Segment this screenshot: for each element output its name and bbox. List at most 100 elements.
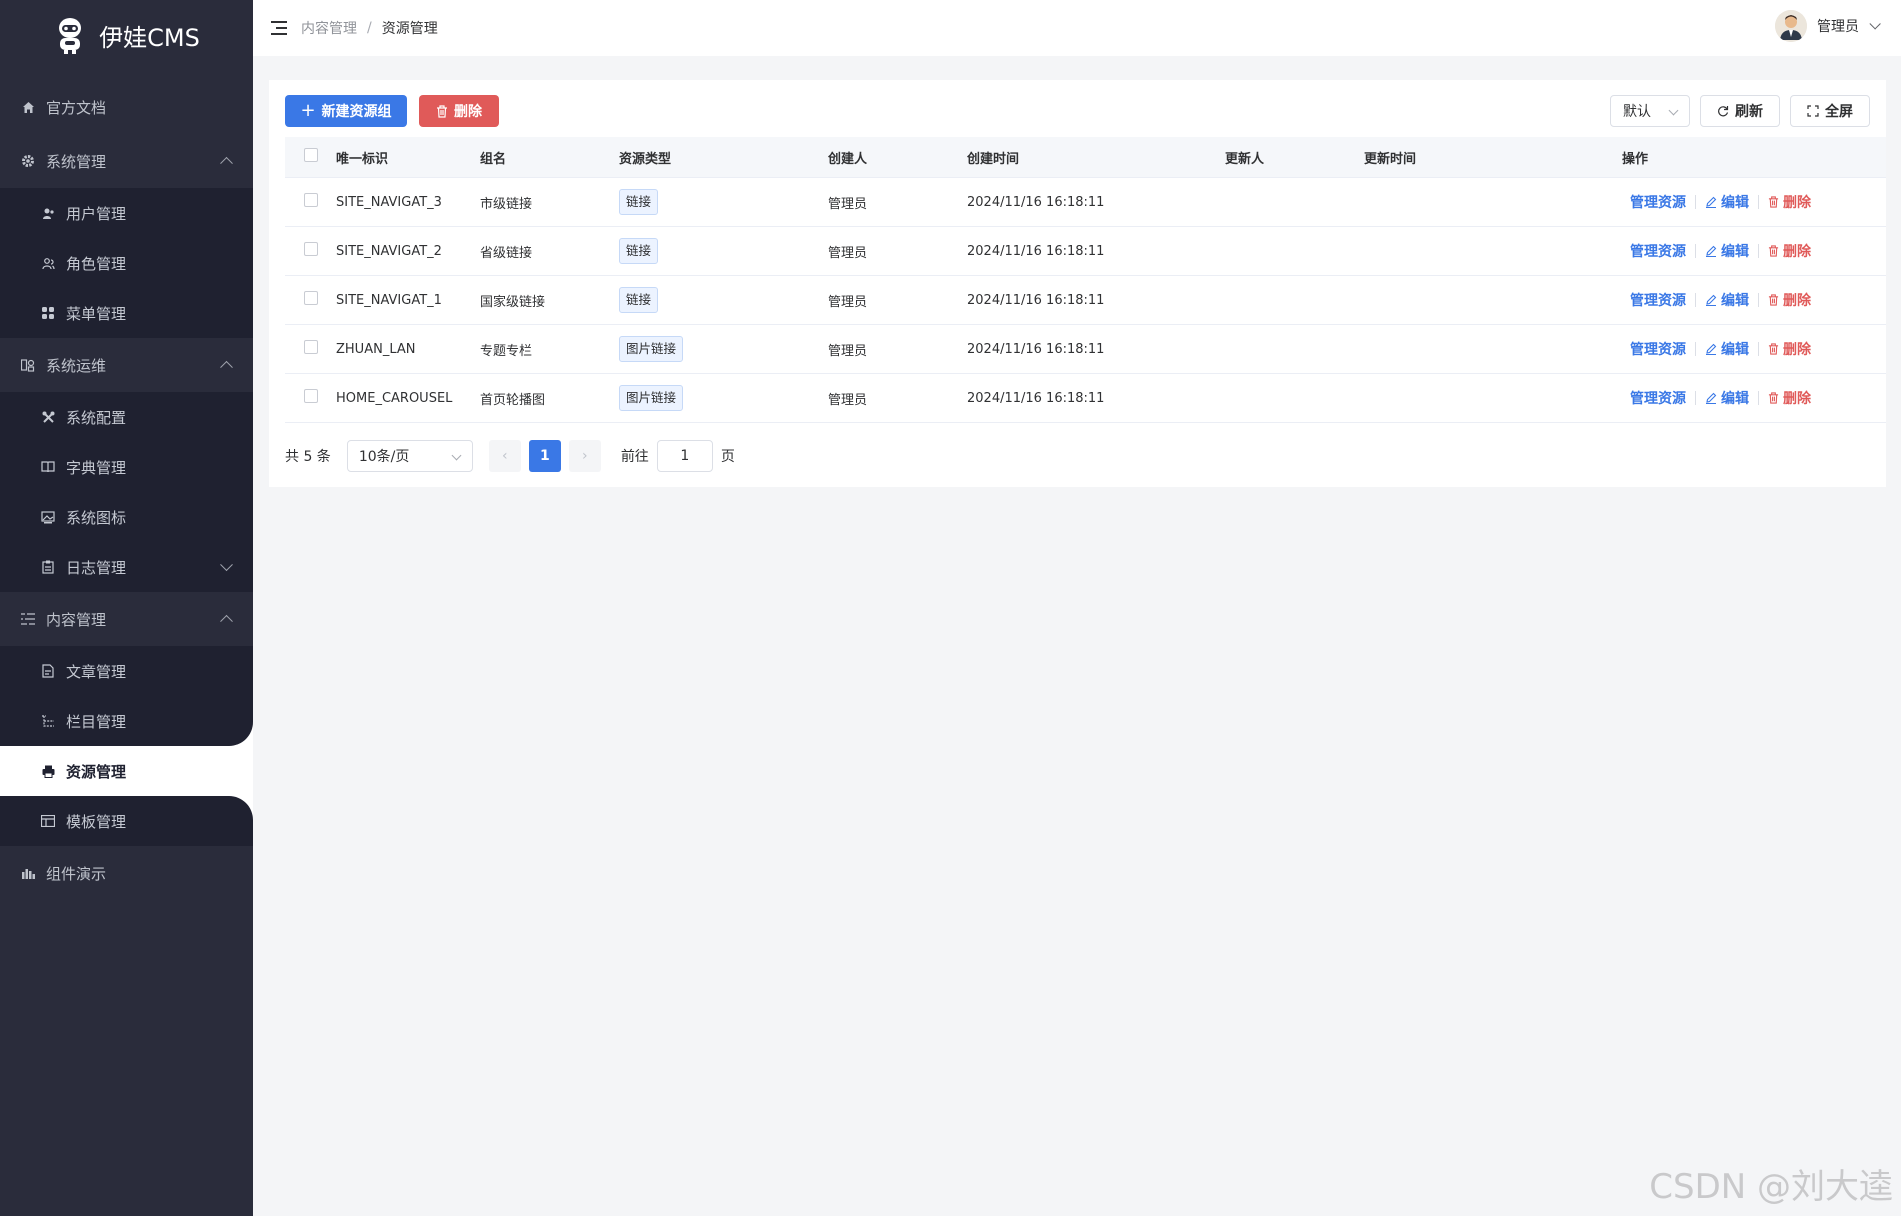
column-header[interactable]: 唯一标识 (336, 137, 480, 178)
link-label: 编辑 (1721, 342, 1749, 358)
batch-delete-button[interactable]: 删除 (419, 95, 499, 127)
chevron-up-icon (220, 156, 233, 170)
page-size-select[interactable]: 10条/页 (346, 440, 473, 472)
select-value: 默认 (1623, 104, 1651, 120)
cell-created: 2024/11/16 16:18:11 (967, 373, 1225, 423)
divider (1695, 244, 1696, 258)
sidebar-item-docs[interactable]: 官方文档 (0, 80, 253, 134)
manage-resource-link[interactable]: 管理资源 (1630, 339, 1686, 359)
sidebar-item-demo[interactable]: 组件演示 (0, 846, 253, 900)
sidebar-item-config[interactable]: 系统配置 (0, 392, 253, 442)
link-label: 删除 (1783, 293, 1811, 309)
sidebar-item-resources[interactable]: 资源管理 (0, 746, 253, 796)
sidebar-group-system[interactable]: 系统管理 (0, 134, 253, 188)
delete-link[interactable]: 删除 (1768, 192, 1811, 212)
row-checkbox[interactable] (303, 389, 318, 403)
table-size-select[interactable]: 默认 (1610, 95, 1690, 127)
sidebar: 伊娃CMS 官方文档 系统管理 用户管理 角色管理 菜单管理 系统运维 系统配置… (0, 0, 253, 1216)
sidebar-group-content[interactable]: 内容管理 (0, 592, 253, 646)
robot-logo-icon (59, 18, 82, 54)
delete-link[interactable]: 删除 (1768, 241, 1811, 261)
chevron-up-icon (220, 614, 233, 628)
row-checkbox[interactable] (303, 193, 318, 207)
sidebar-item-logs[interactable]: 日志管理 (0, 542, 253, 592)
delete-link[interactable]: 删除 (1768, 339, 1811, 359)
printer-icon (40, 763, 56, 779)
column-header: 操作 (1622, 137, 1886, 178)
table-row: SITE_NAVIGAT_3 市级链接 链接 管理员 2024/11/16 16:18:… (285, 177, 1886, 227)
column-header[interactable]: 创建人 (828, 137, 967, 178)
sidebar-item-label: 菜单管理 (66, 304, 127, 323)
sidebar-group-ops[interactable]: 系统运维 (0, 338, 253, 392)
column-header[interactable]: 更新人 (1225, 137, 1364, 178)
cell-type: 链接 (619, 226, 828, 276)
manage-resource-link[interactable]: 管理资源 (1630, 192, 1686, 212)
edit-link[interactable]: 编辑 (1705, 290, 1749, 310)
row-select-cell (285, 275, 336, 325)
edit-link[interactable]: 编辑 (1705, 339, 1749, 359)
link-label: 删除 (1783, 391, 1811, 407)
sidebar-item-roles[interactable]: 角色管理 (0, 238, 253, 288)
prev-page-button[interactable]: ‹ (488, 440, 521, 472)
cell-key: HOME_CAROUSEL (336, 373, 480, 423)
breadcrumb-separator: / (367, 20, 372, 36)
cell-type: 链接 (619, 275, 828, 325)
manage-resource-link[interactable]: 管理资源 (1630, 388, 1686, 408)
user-menu[interactable]: 管理员 (1775, 10, 1881, 42)
divider (1758, 293, 1759, 307)
sidebar-active-bg: 栏目管理 资源管理 模板管理 (0, 696, 253, 846)
select-all-checkbox[interactable] (303, 148, 318, 162)
sidebar-item-columns[interactable]: 栏目管理 (0, 696, 253, 746)
user-name: 管理员 (1817, 19, 1859, 35)
trash-icon (1768, 294, 1779, 306)
picture-icon (40, 509, 56, 525)
edit-link[interactable]: 编辑 (1705, 388, 1749, 408)
chevron-down-icon (1668, 105, 1679, 116)
breadcrumb-item[interactable]: 内容管理 (301, 18, 357, 38)
menu-collapse-icon[interactable] (271, 21, 287, 35)
brand[interactable]: 伊娃CMS (0, 0, 253, 70)
manage-resource-link[interactable]: 管理资源 (1630, 290, 1686, 310)
sidebar-item-templates[interactable]: 模板管理 (0, 796, 253, 846)
link-label: 编辑 (1721, 195, 1749, 211)
manage-resource-link[interactable]: 管理资源 (1630, 241, 1686, 261)
link-label: 删除 (1783, 342, 1811, 358)
page-number-current[interactable]: 1 (528, 440, 561, 472)
delete-link[interactable]: 删除 (1768, 290, 1811, 310)
column-header[interactable]: 更新时间 (1364, 137, 1622, 178)
type-tag: 链接 (619, 287, 659, 313)
sidebar-group-system-items: 用户管理 角色管理 菜单管理 (0, 188, 253, 338)
sidebar-item-menus[interactable]: 菜单管理 (0, 288, 253, 338)
resource-panel: + 新建资源组 删除 默认 刷新 全屏 唯一标识 组名 资源类型 创建人 创建时… (269, 80, 1886, 487)
row-checkbox[interactable] (303, 242, 318, 256)
divider (1695, 293, 1696, 307)
next-page-button[interactable]: › (568, 440, 601, 472)
cell-created: 2024/11/16 16:18:11 (967, 177, 1225, 227)
edit-link[interactable]: 编辑 (1705, 192, 1749, 212)
sidebar-item-icons[interactable]: 系统图标 (0, 492, 253, 542)
type-tag: 链接 (619, 189, 659, 215)
refresh-button[interactable]: 刷新 (1700, 95, 1780, 127)
column-header[interactable]: 组名 (480, 137, 619, 178)
gear-icon (20, 153, 36, 169)
delete-link[interactable]: 删除 (1768, 388, 1811, 408)
sidebar-item-label: 组件演示 (46, 864, 107, 883)
new-resource-group-button[interactable]: + 新建资源组 (285, 95, 407, 127)
sidebar-item-articles[interactable]: 文章管理 (0, 646, 253, 696)
user-icon (40, 205, 56, 221)
row-checkbox[interactable] (303, 291, 318, 305)
edit-link[interactable]: 编辑 (1705, 241, 1749, 261)
row-checkbox[interactable] (303, 340, 318, 354)
sidebar-item-dict[interactable]: 字典管理 (0, 442, 253, 492)
sidebar-item-users[interactable]: 用户管理 (0, 188, 253, 238)
fullscreen-button[interactable]: 全屏 (1790, 95, 1870, 127)
brand-name: 伊娃CMS (99, 23, 200, 52)
chevron-down-icon (451, 450, 462, 461)
row-select-cell (285, 177, 336, 227)
type-tag: 图片链接 (619, 336, 684, 362)
column-header[interactable]: 资源类型 (619, 137, 828, 178)
trash-icon (437, 104, 447, 118)
cell-updated (1364, 177, 1622, 227)
column-header[interactable]: 创建时间 (967, 137, 1225, 178)
goto-page-input[interactable]: 1 (656, 440, 713, 472)
